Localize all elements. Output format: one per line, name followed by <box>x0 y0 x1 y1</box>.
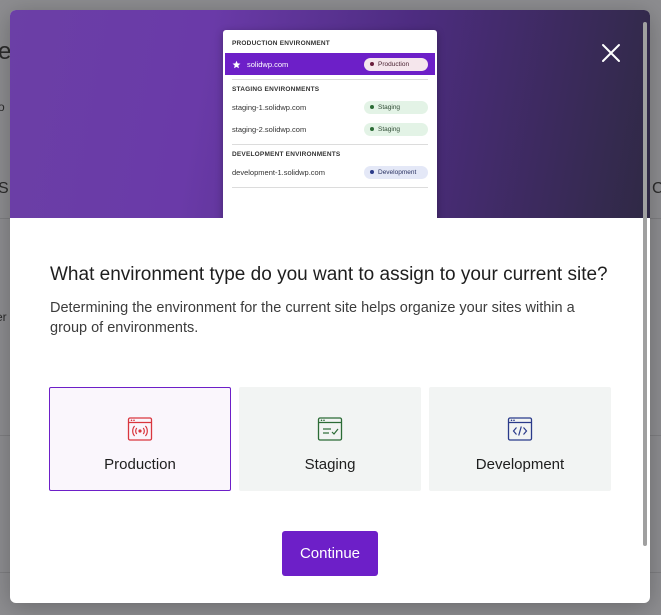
environment-options: Production Staging Development <box>49 387 611 492</box>
production-badge: Production <box>364 57 428 71</box>
environments-preview-card: PRODUCTION ENVIRONMENT solidwp.com Produ… <box>223 30 437 218</box>
status-dot-icon <box>370 105 374 109</box>
option-staging-label: Staging <box>304 456 356 473</box>
staging-badge-label: Staging <box>378 103 401 111</box>
environment-type-dialog: PRODUCTION ENVIRONMENT solidwp.com Produ… <box>10 10 650 603</box>
close-icon <box>602 44 620 62</box>
continue-button[interactable]: Continue <box>282 531 378 576</box>
background-text-fragment: er <box>0 310 7 324</box>
option-development-label: Development <box>475 456 565 473</box>
development-section-title: DEVELOPMENT ENVIRONMENTS <box>232 151 341 158</box>
card-divider <box>232 144 428 145</box>
background-text-fragment: o <box>0 100 5 114</box>
code-icon <box>507 417 533 441</box>
development-site-row: development-1.solidwp.com Development <box>223 161 437 183</box>
dialog-description: Determining the environment for the curr… <box>50 300 575 336</box>
star-icon <box>232 60 241 68</box>
staging-section-title: STAGING ENVIRONMENTS <box>232 86 320 93</box>
dialog-hero-banner: PRODUCTION ENVIRONMENT solidwp.com Produ… <box>10 10 650 218</box>
option-development[interactable]: Development <box>429 387 611 491</box>
dialog-title: What environment type do you want to ass… <box>50 264 608 285</box>
card-divider <box>232 79 428 80</box>
card-divider <box>232 187 428 188</box>
broadcast-icon <box>127 417 153 441</box>
production-section-title: PRODUCTION ENVIRONMENT <box>232 40 330 47</box>
development-site-domain: development-1.solidwp.com <box>232 167 325 177</box>
staging-check-icon <box>317 417 343 441</box>
status-dot-icon <box>370 170 374 174</box>
dialog-content: What environment type do you want to ass… <box>50 260 610 338</box>
scrollbar[interactable] <box>643 22 647 546</box>
close-button[interactable] <box>594 36 628 70</box>
development-badge: Development <box>364 165 428 179</box>
staging-badge: Staging <box>364 100 428 114</box>
background-text-fragment: C <box>652 180 661 197</box>
production-site-row: solidwp.com Production <box>225 53 435 75</box>
option-production-label: Production <box>104 456 176 473</box>
staging-badge: Staging <box>364 122 428 136</box>
production-badge-label: Production <box>378 60 410 68</box>
status-dot-icon <box>370 127 374 131</box>
staging-site-domain: staging-2.solidwp.com <box>232 124 307 134</box>
option-staging[interactable]: Staging <box>239 387 421 491</box>
option-production[interactable]: Production <box>49 387 231 491</box>
staging-site-domain: staging-1.solidwp.com <box>232 102 307 112</box>
production-site-domain: solidwp.com <box>247 59 289 69</box>
staging-site-row: staging-1.solidwp.com Staging <box>223 96 437 118</box>
background-text-fragment: S <box>0 180 9 197</box>
staging-site-row: staging-2.solidwp.com Staging <box>223 118 437 140</box>
development-badge-label: Development <box>378 168 417 176</box>
status-dot-icon <box>370 62 374 66</box>
staging-badge-label: Staging <box>378 125 401 133</box>
